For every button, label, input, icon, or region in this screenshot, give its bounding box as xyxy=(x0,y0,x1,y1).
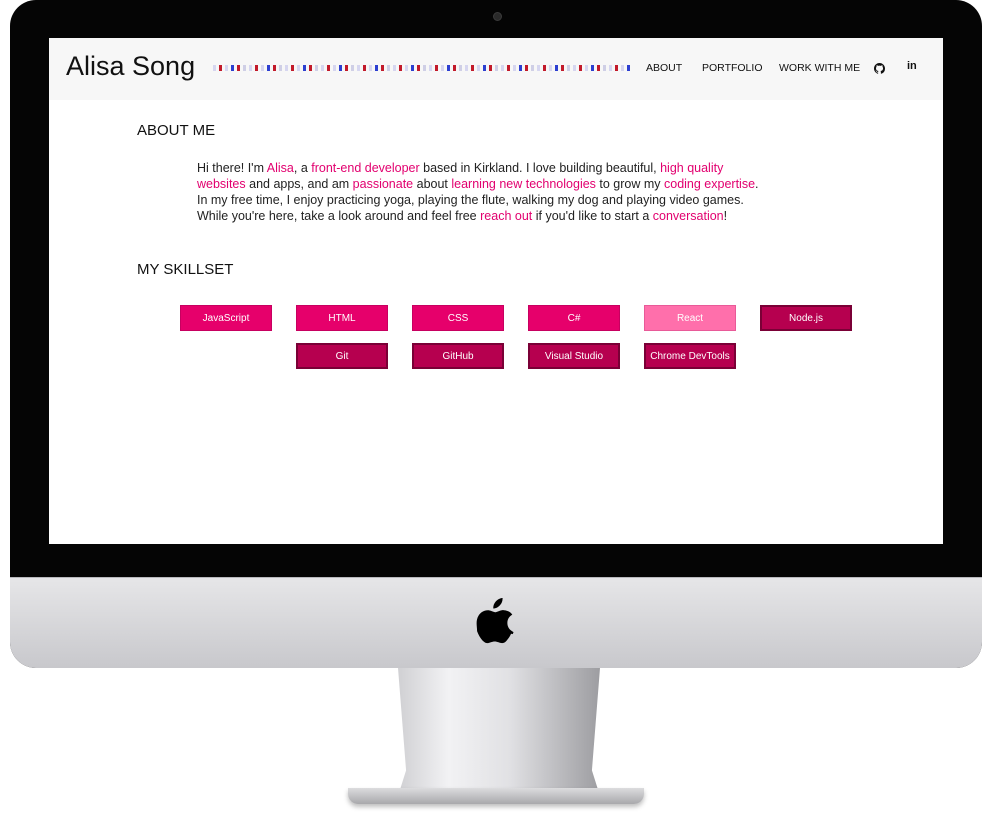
nav-work-with-me-link[interactable]: WORK WITH ME xyxy=(779,62,860,74)
about-text-segment: ! xyxy=(723,209,728,223)
about-text-segment: and apps, and am xyxy=(245,177,353,191)
nav-about-link[interactable]: ABOUT xyxy=(646,62,682,74)
about-me-paragraph: Hi there! I'm Alisa, a front-end develop… xyxy=(197,160,767,224)
website-screen: Alisa Song ABOUT PORTFOLIO WORK WITH ME … xyxy=(49,38,943,544)
site-title[interactable]: Alisa Song xyxy=(66,51,195,82)
about-text-segment: about xyxy=(413,177,452,191)
imac-chin xyxy=(10,577,982,668)
skill-button-github[interactable]: GitHub xyxy=(412,343,504,369)
about-text-segment: if you'd like to start a xyxy=(532,209,653,223)
highlight-link[interactable]: conversation xyxy=(653,209,724,223)
camera xyxy=(493,12,502,21)
skill-button-chrome-devtools[interactable]: Chrome DevTools xyxy=(644,343,736,369)
imac-stand xyxy=(398,668,600,796)
imac-stand-base xyxy=(348,788,644,804)
about-text-segment: , a xyxy=(293,161,312,175)
skill-button-git[interactable]: Git xyxy=(296,343,388,369)
about-text-segment: based in Kirkland. I love building beaut… xyxy=(419,161,661,175)
highlight-link[interactable]: Alisa xyxy=(267,161,294,175)
linkedin-icon[interactable]: in xyxy=(907,60,917,72)
apple-logo-icon xyxy=(476,598,514,644)
skill-button-html[interactable]: HTML xyxy=(296,305,388,331)
skillset-heading: MY SKILLSET xyxy=(137,261,234,278)
skill-button-c-[interactable]: C# xyxy=(528,305,620,331)
skill-button-css[interactable]: CSS xyxy=(412,305,504,331)
highlight-link[interactable]: coding expertise xyxy=(664,177,755,191)
highlight-link[interactable]: reach out xyxy=(480,209,532,223)
decorative-dot-divider xyxy=(213,65,631,71)
highlight-link[interactable]: front-end developer xyxy=(311,161,419,175)
github-icon[interactable] xyxy=(874,63,885,74)
skill-button-node-js[interactable]: Node.js xyxy=(760,305,852,331)
skill-button-visual-studio[interactable]: Visual Studio xyxy=(528,343,620,369)
highlight-link[interactable]: passionate xyxy=(353,177,413,191)
nav-portfolio-link[interactable]: PORTFOLIO xyxy=(702,62,762,74)
about-text-segment: Hi there! I'm xyxy=(197,161,267,175)
imac-frame: Alisa Song ABOUT PORTFOLIO WORK WITH ME … xyxy=(10,0,982,668)
about-me-heading: ABOUT ME xyxy=(137,122,216,139)
skill-button-javascript[interactable]: JavaScript xyxy=(180,305,272,331)
site-header: Alisa Song ABOUT PORTFOLIO WORK WITH ME … xyxy=(49,38,943,100)
skill-button-react[interactable]: React xyxy=(644,305,736,331)
highlight-link[interactable]: learning new technologies xyxy=(451,177,596,191)
about-text-segment: to grow my xyxy=(595,177,664,191)
